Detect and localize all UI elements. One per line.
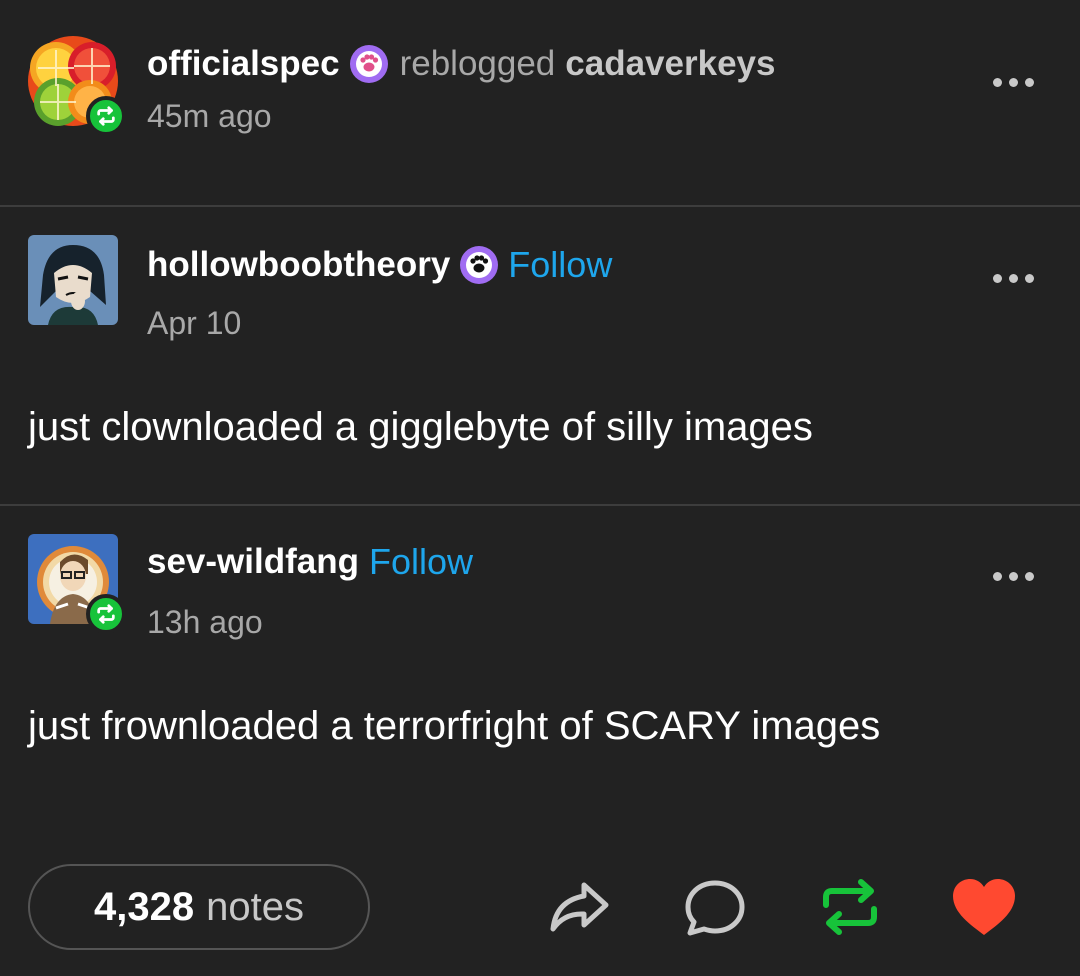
follow-button[interactable]: Follow (508, 244, 612, 286)
share-arrow-icon[interactable] (546, 874, 612, 940)
paw-badge-icon (349, 45, 388, 83)
reblog-badge-icon (86, 96, 126, 136)
post-username[interactable]: hollowboobtheory (147, 245, 450, 285)
post-hollowboobtheory: hollowboobtheory Follow Apr 10 just clow… (0, 207, 1080, 504)
reblog-header: officialspec reblogged cadaverkeys 45m a… (0, 0, 1080, 205)
original-poster-username[interactable]: cadaverkeys (565, 44, 775, 84)
reblog-icon[interactable] (817, 874, 883, 940)
paw-badge-icon (460, 246, 499, 284)
reblog-time: 45m ago (147, 98, 272, 134)
more-options-icon[interactable] (993, 274, 1034, 283)
reblog-badge-icon (86, 594, 126, 634)
notes-count: 4,328 (94, 884, 195, 929)
heart-icon[interactable] (951, 874, 1017, 940)
more-options-icon[interactable] (993, 572, 1034, 581)
reblogger-username[interactable]: officialspec (147, 44, 340, 84)
post-text: just clownloaded a gigglebyte of silly i… (28, 405, 813, 449)
cartoon-character-avatar (28, 235, 118, 325)
post-date: 13h ago (147, 604, 263, 640)
follow-button[interactable]: Follow (369, 541, 473, 583)
reblogged-label: reblogged (399, 44, 556, 83)
post-sev-wildfang: sev-wildfang Follow 13h ago just frownlo… (0, 506, 1080, 846)
hollowboobtheory-avatar[interactable] (28, 235, 118, 325)
post-date: Apr 10 (147, 305, 242, 341)
notes-label: notes (206, 884, 304, 929)
more-options-icon[interactable] (993, 78, 1034, 87)
notes-button[interactable]: 4,328 notes (28, 864, 370, 950)
post-username[interactable]: sev-wildfang (147, 542, 359, 582)
post-text: just frownloaded a terrorfright of SCARY… (28, 704, 881, 748)
comment-bubble-icon[interactable] (682, 874, 748, 940)
